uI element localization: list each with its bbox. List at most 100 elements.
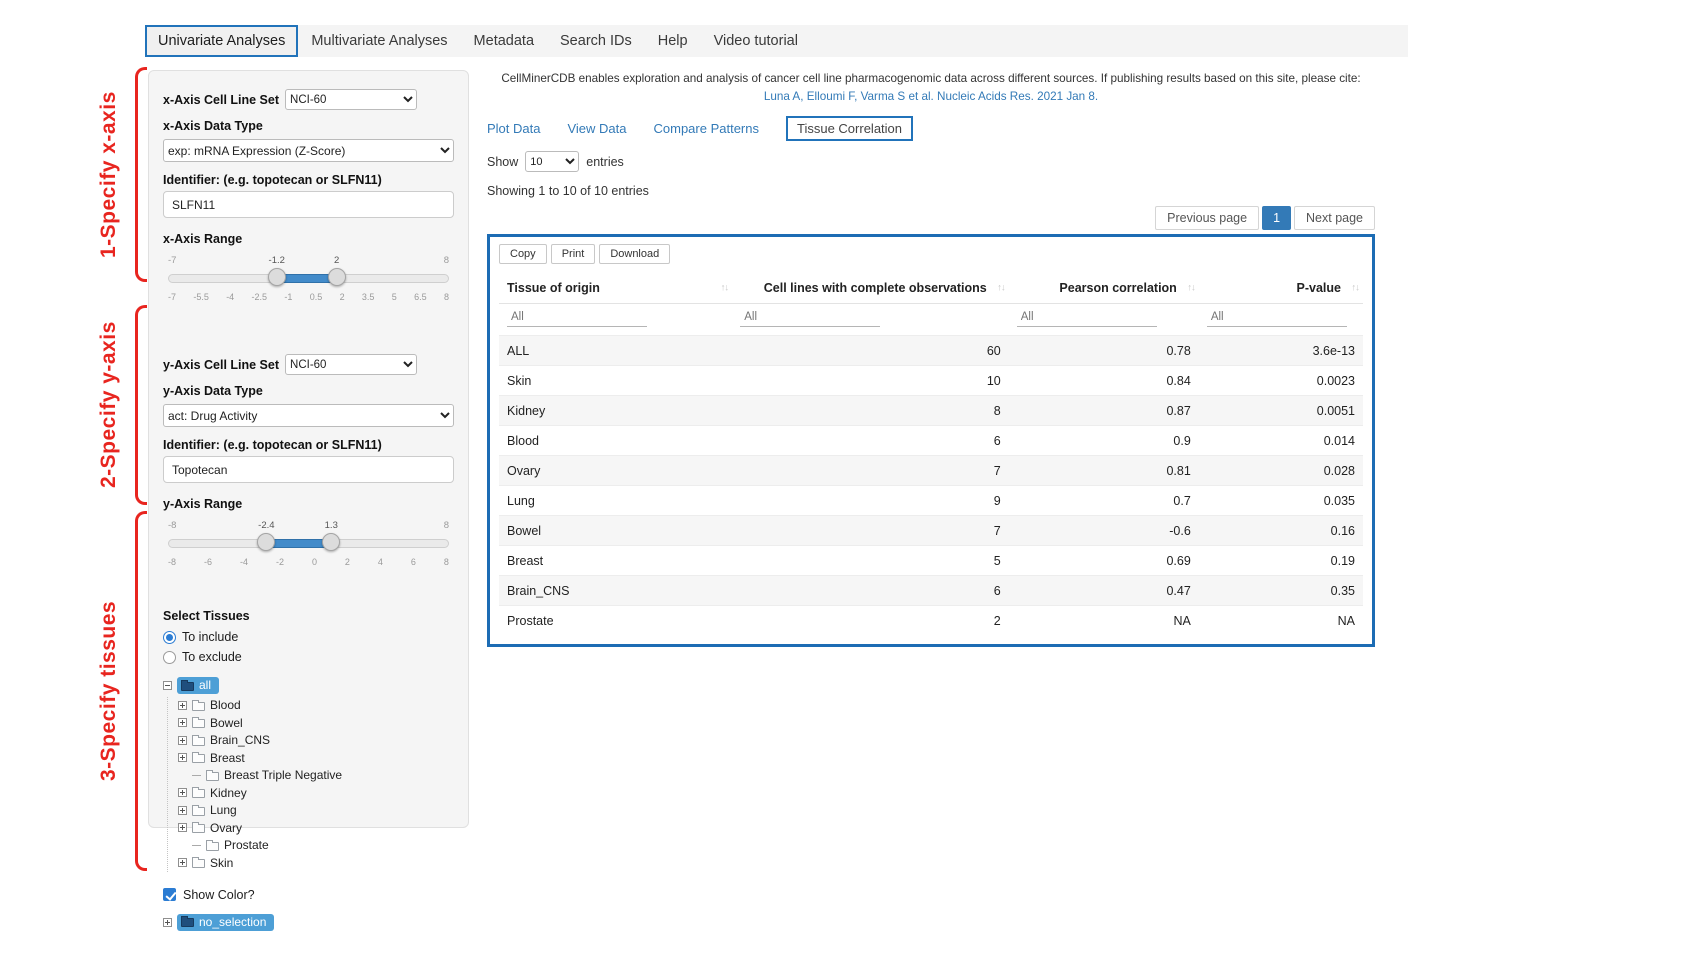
table-body: ALL 60 0.78 3.6e-13 Skin 10 0.84 0.0023 bbox=[499, 336, 1363, 636]
tree-node[interactable]: Prostate bbox=[178, 837, 454, 855]
tree-node[interactable]: Blood bbox=[178, 697, 454, 715]
expand-icon[interactable] bbox=[163, 918, 172, 927]
pvalue-cell: 0.16 bbox=[1199, 516, 1363, 546]
tree-node[interactable]: Ovary bbox=[178, 819, 454, 837]
y-identifier-input[interactable] bbox=[163, 456, 454, 483]
subtab[interactable]: View Data bbox=[567, 121, 626, 136]
sort-icon[interactable] bbox=[721, 283, 729, 294]
table-header-row: Tissue of origin Cell lines with complet… bbox=[499, 273, 1363, 304]
current-page-button[interactable]: 1 bbox=[1262, 206, 1291, 230]
x-cell-line-set-select[interactable]: NCI-60 bbox=[285, 89, 417, 110]
previous-page-button[interactable]: Previous page bbox=[1155, 206, 1259, 230]
folder-icon bbox=[192, 859, 205, 868]
tissue-cell: Lung bbox=[499, 486, 732, 516]
export-button[interactable]: Copy bbox=[499, 244, 547, 264]
nav-tab[interactable]: Univariate Analyses bbox=[145, 25, 298, 57]
folder-icon bbox=[206, 842, 219, 851]
expand-icon[interactable] bbox=[178, 753, 187, 762]
tissue-cell: ALL bbox=[499, 336, 732, 366]
table-row: Prostate 2 NA NA bbox=[499, 606, 1363, 636]
expand-icon[interactable] bbox=[178, 736, 187, 745]
sort-icon[interactable] bbox=[1187, 283, 1195, 294]
nav-tab[interactable]: Multivariate Analyses bbox=[298, 25, 460, 57]
sidebar-panel: x-Axis Cell Line Set NCI-60 x-Axis Data … bbox=[148, 70, 469, 828]
x-identifier-input[interactable] bbox=[163, 191, 454, 218]
tree-node-all[interactable]: all bbox=[163, 677, 454, 695]
table-row: Bowel 7 -0.6 0.16 bbox=[499, 516, 1363, 546]
citation-link[interactable]: Luna A, Elloumi F, Varma S et al. Nuclei… bbox=[764, 90, 1098, 103]
y-data-type-select[interactable]: act: Drug Activity bbox=[163, 404, 454, 427]
tree-node[interactable]: Breast bbox=[178, 749, 454, 767]
x-axis-section: x-Axis Cell Line Set NCI-60 x-Axis Data … bbox=[163, 89, 454, 314]
column-filter-input[interactable] bbox=[507, 308, 647, 327]
x-data-type-select[interactable]: exp: mRNA Expression (Z-Score) bbox=[163, 139, 454, 162]
y-range-slider[interactable]: -8 -2.4 1.3 8 -8-6-4-202468 bbox=[168, 533, 449, 579]
nav-tab[interactable]: Help bbox=[645, 25, 701, 57]
tree-node-label: Breast bbox=[210, 751, 245, 765]
sort-icon[interactable] bbox=[1352, 283, 1360, 294]
column-filter-input[interactable] bbox=[1017, 308, 1157, 327]
export-button[interactable]: Print bbox=[551, 244, 596, 264]
tree-node-no-selection-chip[interactable]: no_selection bbox=[177, 914, 274, 931]
pearson-cell: -0.6 bbox=[1009, 516, 1199, 546]
folder-icon bbox=[181, 682, 194, 691]
checkbox-icon[interactable] bbox=[163, 888, 176, 901]
expand-icon[interactable] bbox=[178, 806, 187, 815]
x-slider-handle-from[interactable] bbox=[268, 268, 286, 286]
nav-tab[interactable]: Search IDs bbox=[547, 25, 645, 57]
next-page-button[interactable]: Next page bbox=[1294, 206, 1375, 230]
expand-icon[interactable] bbox=[178, 823, 187, 832]
sort-icon[interactable] bbox=[997, 283, 1005, 294]
leaf-connector bbox=[192, 775, 201, 776]
pvalue-cell: 0.19 bbox=[1199, 546, 1363, 576]
cell-lines-cell: 6 bbox=[732, 426, 1008, 456]
expand-icon[interactable] bbox=[178, 788, 187, 797]
tree-node-no-selection[interactable]: no_selection bbox=[163, 914, 454, 932]
entries-per-page-select[interactable]: 10 bbox=[525, 151, 579, 172]
tissue-mode-radio[interactable]: To exclude bbox=[163, 647, 454, 667]
column-header[interactable]: Cell lines with complete observations bbox=[732, 273, 1008, 304]
x-range-slider[interactable]: -7 -1.2 2 8 -7-5.5-4-2.5-10.523.556.58 bbox=[168, 268, 449, 314]
y-slider-max-label: 8 bbox=[444, 520, 449, 531]
collapse-icon[interactable] bbox=[163, 681, 172, 690]
pearson-cell: 0.7 bbox=[1009, 486, 1199, 516]
tissue-mode-radio[interactable]: To include bbox=[163, 627, 454, 647]
expand-icon[interactable] bbox=[178, 718, 187, 727]
column-header[interactable]: Pearson correlation bbox=[1009, 273, 1199, 304]
x-slider-handle-to[interactable] bbox=[328, 268, 346, 286]
folder-icon bbox=[192, 807, 205, 816]
column-header[interactable]: Tissue of origin bbox=[499, 273, 732, 304]
show-color-label: Show Color? bbox=[183, 888, 255, 902]
radio-icon[interactable] bbox=[163, 631, 176, 644]
tree-node[interactable]: Lung bbox=[178, 802, 454, 820]
subtab[interactable]: Compare Patterns bbox=[654, 121, 760, 136]
column-header-label: Tissue of origin bbox=[507, 281, 600, 295]
pvalue-cell: 0.35 bbox=[1199, 576, 1363, 606]
y-slider-handle-to[interactable] bbox=[322, 533, 340, 551]
y-cell-line-set-select[interactable]: NCI-60 bbox=[285, 354, 417, 375]
nav-tab[interactable]: Video tutorial bbox=[701, 25, 811, 57]
expand-icon[interactable] bbox=[178, 858, 187, 867]
pearson-cell: 0.69 bbox=[1009, 546, 1199, 576]
column-header[interactable]: P-value bbox=[1199, 273, 1363, 304]
tree-node[interactable]: Bowel bbox=[178, 714, 454, 732]
expand-icon[interactable] bbox=[178, 701, 187, 710]
column-filter-input[interactable] bbox=[1207, 308, 1347, 327]
tree-node[interactable]: Breast Triple Negative bbox=[178, 767, 454, 785]
tree-node[interactable]: Brain_CNS bbox=[178, 732, 454, 750]
tree-node[interactable]: Skin bbox=[178, 854, 454, 872]
radio-icon[interactable] bbox=[163, 651, 176, 664]
table-row: Brain_CNS 6 0.47 0.35 bbox=[499, 576, 1363, 606]
tree-node-all-chip[interactable]: all bbox=[177, 677, 219, 694]
tissue-cell: Breast bbox=[499, 546, 732, 576]
subtab[interactable]: Plot Data bbox=[487, 121, 540, 136]
column-filter-input[interactable] bbox=[740, 308, 880, 327]
tree-node[interactable]: Kidney bbox=[178, 784, 454, 802]
tree-node-label: Prostate bbox=[224, 838, 269, 852]
y-slider-from-label: -2.4 bbox=[258, 520, 274, 531]
show-color-checkbox[interactable]: Show Color? bbox=[163, 888, 454, 902]
nav-tab[interactable]: Metadata bbox=[461, 25, 547, 57]
export-button[interactable]: Download bbox=[599, 244, 670, 264]
subtab[interactable]: Tissue Correlation bbox=[786, 116, 913, 141]
y-slider-handle-from[interactable] bbox=[257, 533, 275, 551]
